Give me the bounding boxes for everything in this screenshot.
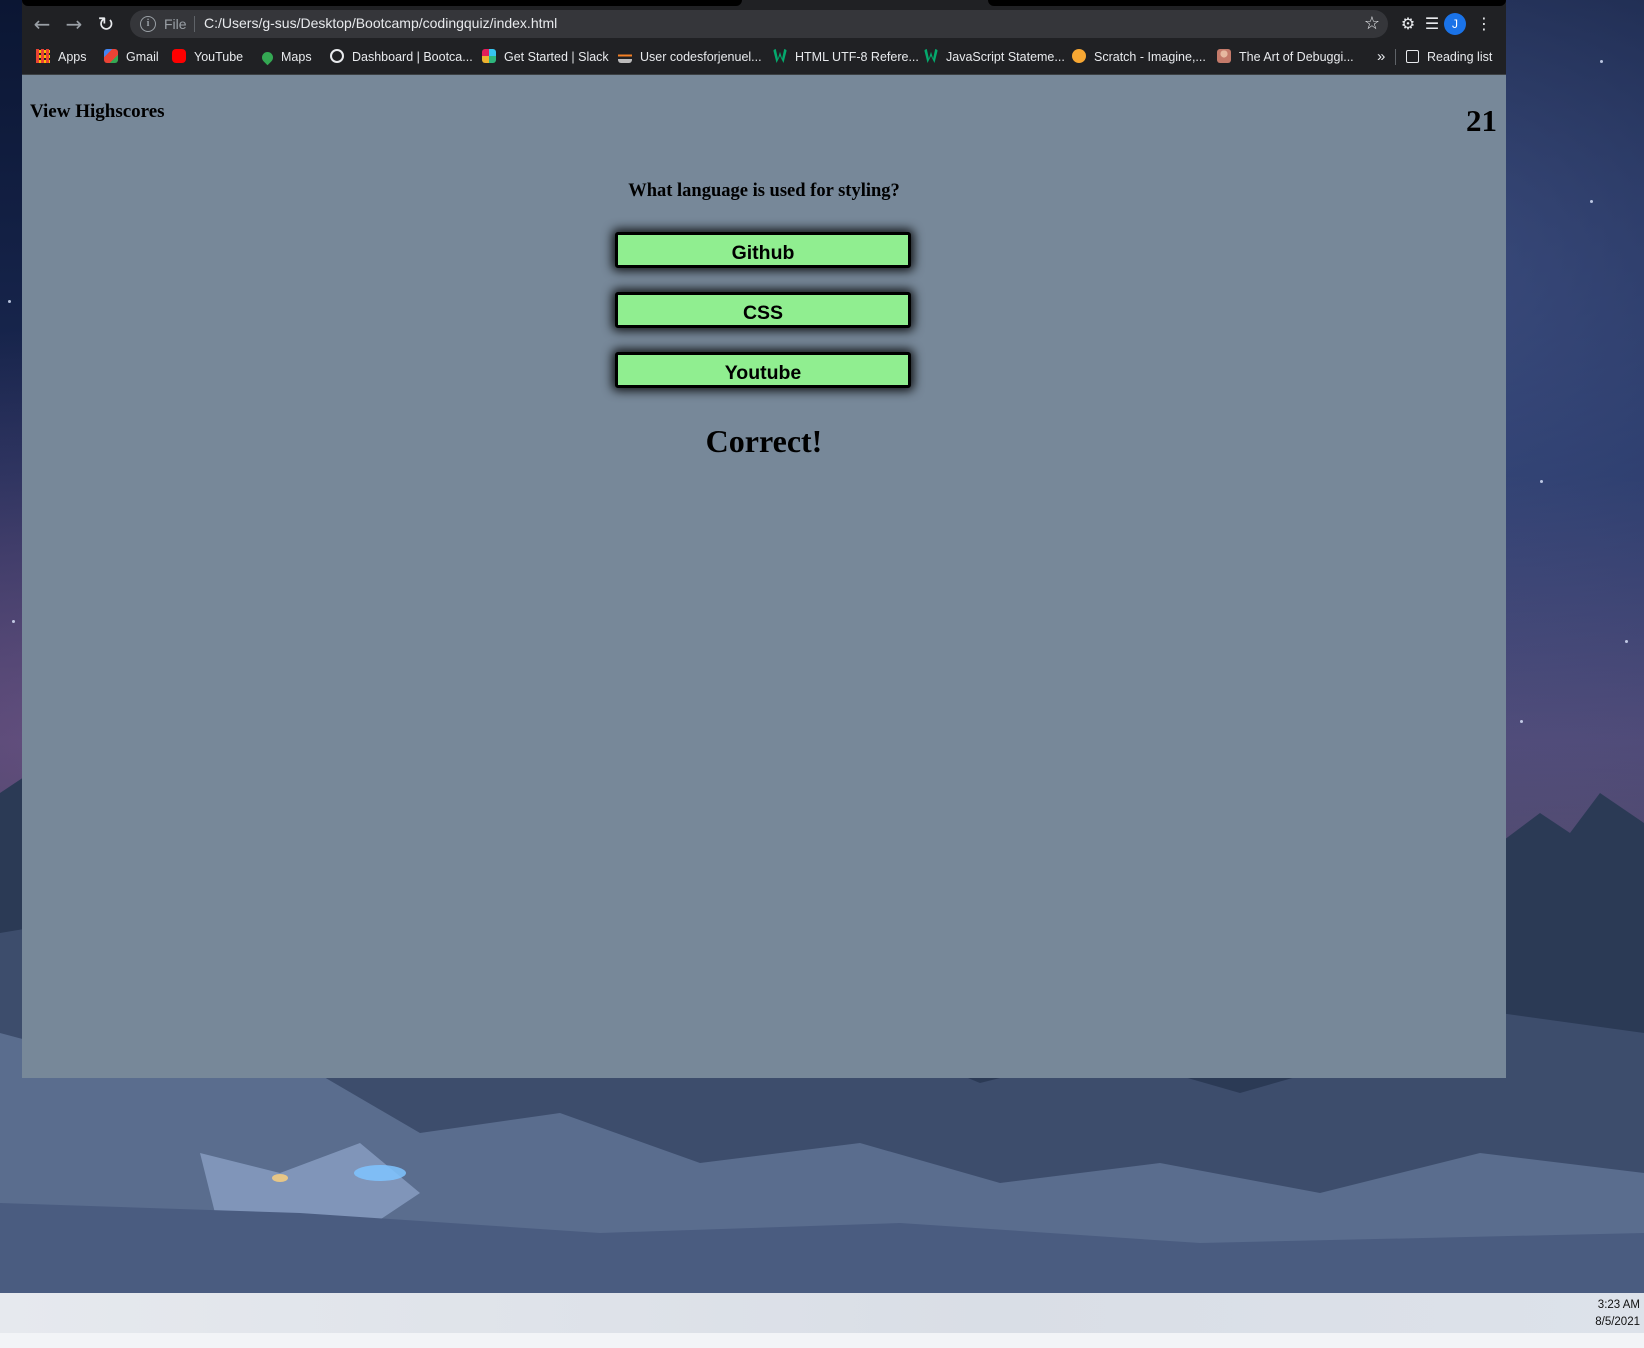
url-separator: [194, 16, 195, 32]
reading-list-icon: [1406, 50, 1419, 63]
screen-bottom-edge: [0, 1333, 1644, 1348]
gmail-icon: [104, 49, 118, 63]
globe-icon: [330, 49, 344, 63]
tab-strip-right[interactable]: [988, 0, 1506, 6]
profile-avatar[interactable]: J: [1444, 13, 1466, 35]
youtube-icon: [172, 49, 186, 63]
info-icon[interactable]: i: [140, 16, 156, 32]
reload-icon[interactable]: ↻: [92, 10, 120, 38]
answer-button-youtube[interactable]: Youtube: [615, 352, 911, 388]
bookmark-label: Apps: [58, 50, 87, 64]
bookmark-label: HTML UTF-8 Refere...: [795, 50, 919, 64]
bookmark-gmail[interactable]: Gmail: [104, 48, 159, 66]
reading-list-label: Reading list: [1427, 50, 1493, 64]
view-highscores-link[interactable]: View Highscores: [30, 101, 165, 123]
bookmark-label: Gmail: [126, 50, 159, 64]
apps-grid-icon: [36, 49, 50, 63]
w3schools-icon: [924, 49, 938, 63]
bookmark-dashboard[interactable]: Dashboard | Bootca...: [330, 48, 473, 66]
address-bar[interactable]: i File C:/Users/g-sus/Desktop/Bootcamp/c…: [130, 10, 1388, 38]
stackoverflow-icon: [618, 49, 632, 63]
bookmark-art-of-debugging[interactable]: The Art of Debuggi...: [1217, 48, 1354, 66]
answer-button-github[interactable]: Github: [615, 232, 911, 268]
clock-date: 8/5/2021: [1595, 1316, 1640, 1328]
tab-strip[interactable]: [22, 0, 742, 6]
bookmark-javascript-statements[interactable]: JavaScript Stateme...: [924, 48, 1065, 66]
bookmark-label: Maps: [281, 50, 312, 64]
bookmark-stackoverflow[interactable]: User codesforjenuel...: [618, 48, 762, 66]
bookmark-scratch[interactable]: Scratch - Imagine,...: [1072, 48, 1206, 66]
browser-toolbar: ← → ↻ i File C:/Users/g-sus/Desktop/Boot…: [22, 8, 1506, 40]
reading-list-button[interactable]: Reading list: [1406, 48, 1492, 66]
answer-feedback: Correct!: [705, 423, 823, 459]
kebab-menu-icon[interactable]: ⋮: [1472, 12, 1496, 36]
bookmark-label: Dashboard | Bootca...: [352, 50, 473, 64]
bookmark-youtube[interactable]: YouTube: [172, 48, 243, 66]
bookmark-label: JavaScript Stateme...: [946, 50, 1065, 64]
url-scheme-label: File: [164, 16, 187, 32]
forward-arrow-icon[interactable]: →: [60, 10, 88, 38]
bookmark-separator: [1395, 49, 1396, 65]
bookmark-label: User codesforjenuel...: [640, 50, 762, 64]
bookmark-maps[interactable]: Maps: [259, 48, 312, 66]
bookmark-apps[interactable]: Apps: [36, 48, 87, 66]
bookmarks-bar: Apps Gmail YouTube Maps Dashboard | Boot…: [22, 40, 1506, 75]
question-text: What language is used for styling?: [628, 181, 900, 201]
media-queue-icon[interactable]: ☰: [1420, 12, 1444, 36]
slack-icon: [482, 49, 496, 63]
back-arrow-icon[interactable]: ←: [28, 10, 56, 38]
bookmark-label: YouTube: [194, 50, 244, 64]
w3schools-icon: [773, 49, 787, 63]
bookmarks-overflow-button[interactable]: »: [1377, 48, 1385, 66]
clock-time: 3:23 AM: [1597, 1299, 1640, 1311]
quiz-page: View Highscores 21 What language is used…: [22, 75, 1506, 1078]
answer-button-css[interactable]: CSS: [615, 292, 911, 328]
bookmark-label: The Art of Debuggi...: [1239, 50, 1354, 64]
extensions-puzzle-icon[interactable]: ⚙: [1396, 12, 1420, 36]
bookmark-star-icon[interactable]: ☆: [1364, 13, 1380, 34]
browser-window: ← → ↻ i File C:/Users/g-sus/Desktop/Boot…: [22, 0, 1506, 1078]
bookmark-slack[interactable]: Get Started | Slack: [482, 48, 609, 66]
url-text[interactable]: C:/Users/g-sus/Desktop/Bootcamp/codingqu…: [204, 15, 557, 31]
bookmark-html-utf8[interactable]: HTML UTF-8 Refere...: [773, 48, 919, 66]
taskbar: 3:23 AM 8/5/2021: [0, 1293, 1644, 1333]
maps-icon: [259, 49, 276, 66]
person-icon: [1217, 49, 1231, 63]
system-clock[interactable]: 3:23 AM 8/5/2021: [1595, 1297, 1640, 1331]
bookmark-label: Scratch - Imagine,...: [1094, 50, 1206, 64]
scratch-icon: [1072, 49, 1086, 63]
timer-display: 21: [1466, 103, 1497, 138]
bookmark-label: Get Started | Slack: [504, 50, 609, 64]
